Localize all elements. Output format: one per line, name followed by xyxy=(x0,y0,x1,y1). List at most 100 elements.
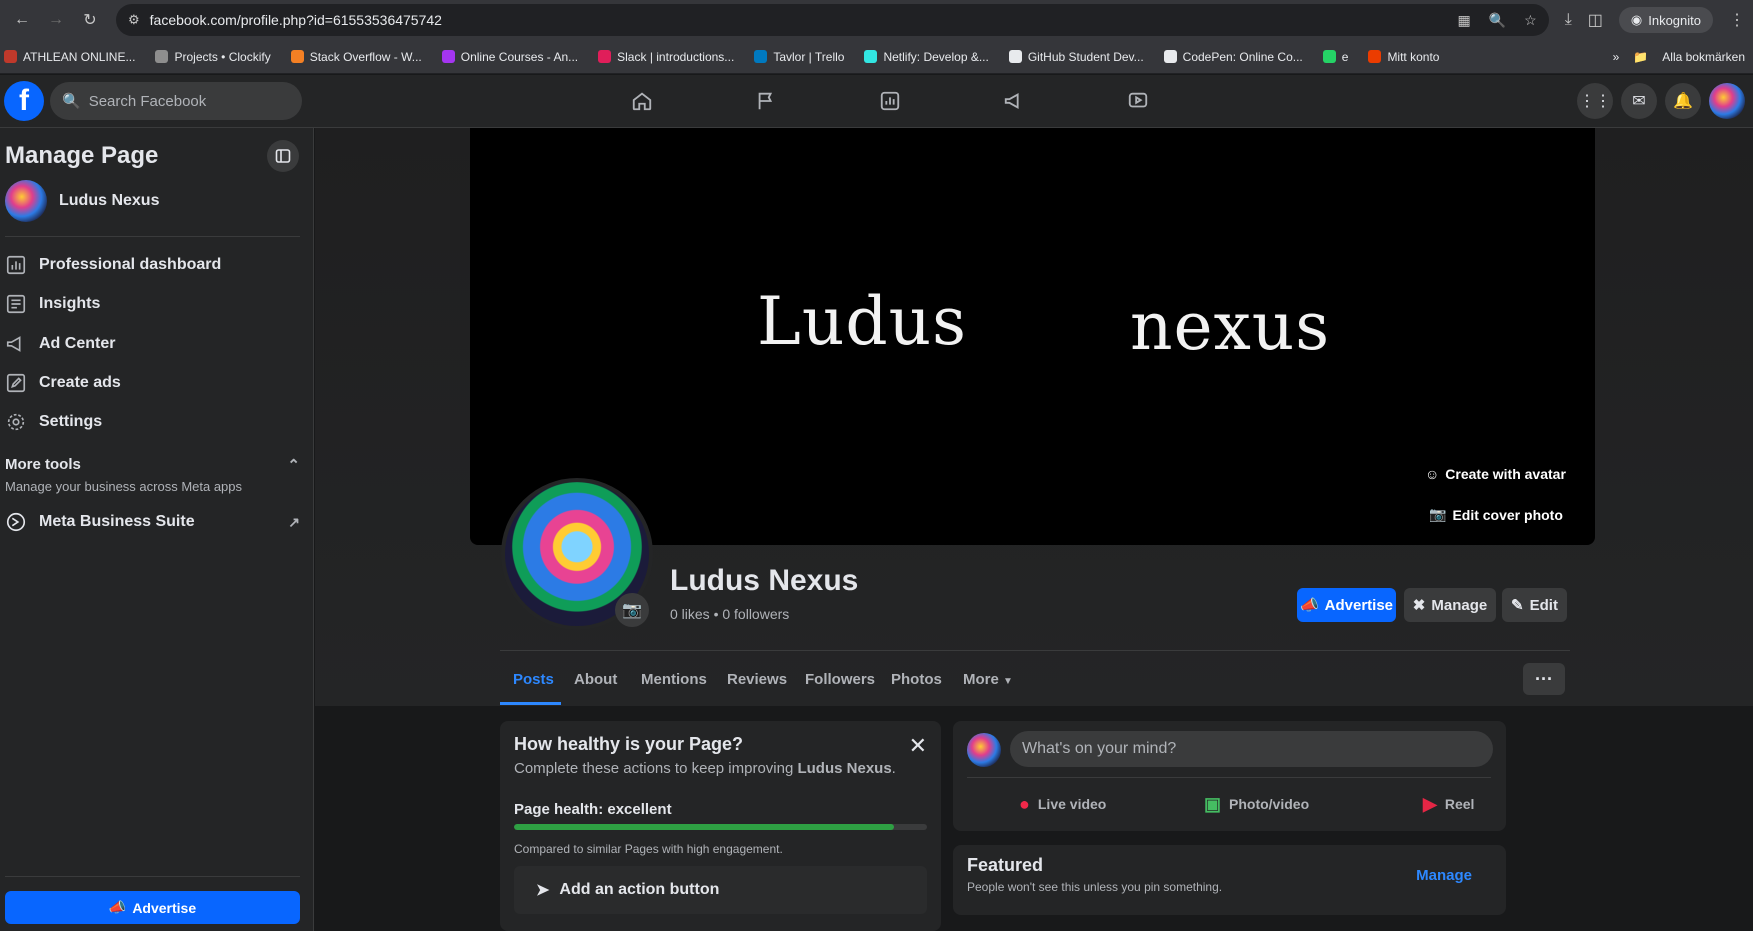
reel-button[interactable]: ▶ Reel xyxy=(1423,785,1474,823)
search-input[interactable]: 🔍 Search Facebook xyxy=(50,82,302,120)
address-bar[interactable]: ⚙ facebook.com/profile.php?id=6155353647… xyxy=(116,4,1549,36)
bookmark-favicon-icon xyxy=(754,50,768,63)
manage-button[interactable]: ✖ Manage xyxy=(1404,588,1496,622)
download-icon[interactable]: ⤓ xyxy=(1565,11,1572,29)
more-tools-subtitle: Manage your business across Meta apps xyxy=(5,479,243,494)
bookmark-item[interactable]: GitHub Student Dev... xyxy=(1008,50,1144,64)
close-icon[interactable]: ✕ xyxy=(909,733,927,759)
bookmark-favicon-icon xyxy=(290,50,304,63)
featured-manage-link[interactable]: Manage xyxy=(1416,867,1472,884)
browser-menu-icon[interactable]: ⋮ xyxy=(1729,10,1745,30)
sidebar-item-settings[interactable]: Settings xyxy=(5,411,102,433)
live-video-icon: ● xyxy=(1019,793,1030,814)
reload-icon[interactable]: ↻ xyxy=(76,6,104,34)
featured-title: Featured xyxy=(967,855,1044,875)
health-progress-bar xyxy=(514,824,927,830)
messenger-icon[interactable]: ✉ xyxy=(1621,83,1657,119)
chevron-up-icon[interactable]: ⌃ xyxy=(287,456,300,474)
photo-video-button[interactable]: ▣ Photo/video xyxy=(1204,785,1309,823)
facebook-header: f 🔍 Search Facebook ⋮⋮ ✉ 🔔 xyxy=(0,75,1753,128)
health-subtitle: Complete these actions to keep improving… xyxy=(514,760,896,777)
site-info-icon[interactable]: ⚙ xyxy=(128,12,140,28)
collapse-sidebar-icon[interactable] xyxy=(267,140,299,172)
all-bookmarks[interactable]: Alla bokmärken xyxy=(1662,50,1745,64)
incognito-badge[interactable]: ◉ Inkognito xyxy=(1618,7,1713,33)
menu-grid-icon[interactable]: ⋮⋮ xyxy=(1577,83,1613,119)
bookmark-item[interactable]: Online Courses - An... xyxy=(441,50,578,64)
reel-icon: ▶ xyxy=(1423,793,1437,814)
bookmark-item[interactable]: Tavlor | Trello xyxy=(754,50,844,64)
edit-cover-photo-button[interactable]: 📷 Edit cover photo xyxy=(1429,506,1563,523)
video-icon[interactable] xyxy=(1076,76,1200,126)
sidebar-item-professional-dashboard[interactable]: Professional dashboard xyxy=(5,254,221,276)
back-icon[interactable]: ← xyxy=(8,6,36,34)
bookmark-label: CodePen: Online Co... xyxy=(1182,49,1303,64)
create-avatar-label: Create with avatar xyxy=(1445,466,1566,482)
live-video-button[interactable]: ● Live video xyxy=(1019,785,1106,823)
home-icon[interactable] xyxy=(580,76,704,126)
notifications-icon[interactable]: 🔔 xyxy=(1665,83,1701,119)
sidebar-item-ad-center[interactable]: Ad Center xyxy=(5,333,115,355)
bookmark-favicon-icon xyxy=(1008,50,1022,63)
edit-button[interactable]: ✎ Edit xyxy=(1502,588,1567,622)
bookmark-item[interactable]: ATHLEAN ONLINE... xyxy=(4,50,135,64)
bookmark-item[interactable]: Projects • Clockify xyxy=(155,50,271,64)
bookmark-item[interactable]: Mitt konto xyxy=(1368,50,1439,64)
caret-down-icon: ▼ xyxy=(1003,676,1013,687)
bookmark-item[interactable]: e xyxy=(1322,49,1349,64)
insights-icon[interactable] xyxy=(828,76,952,126)
star-icon[interactable]: ☆ xyxy=(1524,12,1537,29)
bookmark-favicon-icon xyxy=(1368,50,1382,63)
megaphone-icon[interactable] xyxy=(952,76,1076,126)
flag-icon[interactable] xyxy=(704,76,828,126)
sidebar-item-label: Settings xyxy=(39,413,103,430)
more-tools-header[interactable]: More tools ⌃ xyxy=(5,456,300,474)
page-title: Ludus Nexus xyxy=(670,564,859,597)
sidebar-item-meta-business-suite[interactable]: Meta Business Suite ↗ xyxy=(5,511,300,533)
tab-photos[interactable]: Photos xyxy=(891,671,942,688)
bookmark-item[interactable]: Stack Overflow - W... xyxy=(290,50,422,64)
health-label: Page health: excellent xyxy=(514,801,672,818)
bookmark-label: e xyxy=(1341,49,1349,64)
tab-more[interactable]: More ▼ xyxy=(963,671,1013,688)
tab-about[interactable]: About xyxy=(574,671,617,688)
bookmark-item[interactable]: Slack | introductions... xyxy=(598,50,734,64)
side-panel-icon[interactable]: ◫ xyxy=(1588,10,1603,30)
sidebar-item-insights[interactable]: Insights xyxy=(5,293,100,315)
divider xyxy=(5,876,300,877)
advertise-button[interactable]: 📣 Advertise xyxy=(1297,588,1396,622)
bookmarks-overflow-icon[interactable]: » xyxy=(1613,50,1620,64)
post-input[interactable]: What's on your mind? xyxy=(1010,731,1493,767)
bookmark-favicon-icon xyxy=(598,50,612,63)
sidebar-page-link[interactable]: Ludus Nexus xyxy=(5,180,159,222)
tab-mentions[interactable]: Mentions xyxy=(641,671,707,688)
post-composer-card: What's on your mind? ● Live video ▣ Phot… xyxy=(953,721,1506,831)
more-options-button[interactable]: ··· xyxy=(1523,663,1565,695)
qr-code-icon[interactable]: ▦ xyxy=(1457,12,1470,29)
cover-photo[interactable]: Ludus nexus ☺ Create with avatar 📷 Edit … xyxy=(470,128,1595,545)
tab-reviews[interactable]: Reviews xyxy=(727,671,787,688)
sidebar-item-create-ads[interactable]: Create ads xyxy=(5,372,121,394)
sidebar-advertise-button[interactable]: 📣 Advertise xyxy=(5,891,300,924)
advertise-label: Advertise xyxy=(132,899,197,916)
create-with-avatar-button[interactable]: ☺ Create with avatar xyxy=(1425,466,1566,482)
cover-word-nexus: nexus xyxy=(1130,288,1331,365)
forward-icon[interactable]: → xyxy=(42,6,70,34)
divider xyxy=(5,236,300,237)
tab-followers[interactable]: Followers xyxy=(805,671,875,688)
folder-icon: 📁 xyxy=(1633,49,1649,64)
account-avatar[interactable] xyxy=(1709,83,1745,119)
bookmark-item[interactable]: CodePen: Online Co... xyxy=(1163,49,1303,64)
sidebar-item-label: Create ads xyxy=(39,374,121,391)
sidebar-page-name: Ludus Nexus xyxy=(59,192,160,209)
facebook-logo-icon[interactable]: f xyxy=(4,81,44,121)
bookmark-label: ATHLEAN ONLINE... xyxy=(23,49,136,64)
dashboard-icon xyxy=(6,255,26,275)
zoom-icon[interactable]: 🔍 xyxy=(1489,12,1506,29)
add-action-button-row[interactable]: ➤ Add an action button xyxy=(514,866,927,914)
bookmark-item[interactable]: Netlify: Develop &... xyxy=(864,50,989,64)
url-text[interactable]: facebook.com/profile.php?id=615535364757… xyxy=(150,12,1448,28)
featured-subtitle: People won't see this unless you pin som… xyxy=(967,880,1223,894)
camera-icon[interactable]: 📷 xyxy=(615,593,649,627)
tab-posts[interactable]: Posts xyxy=(513,671,554,688)
